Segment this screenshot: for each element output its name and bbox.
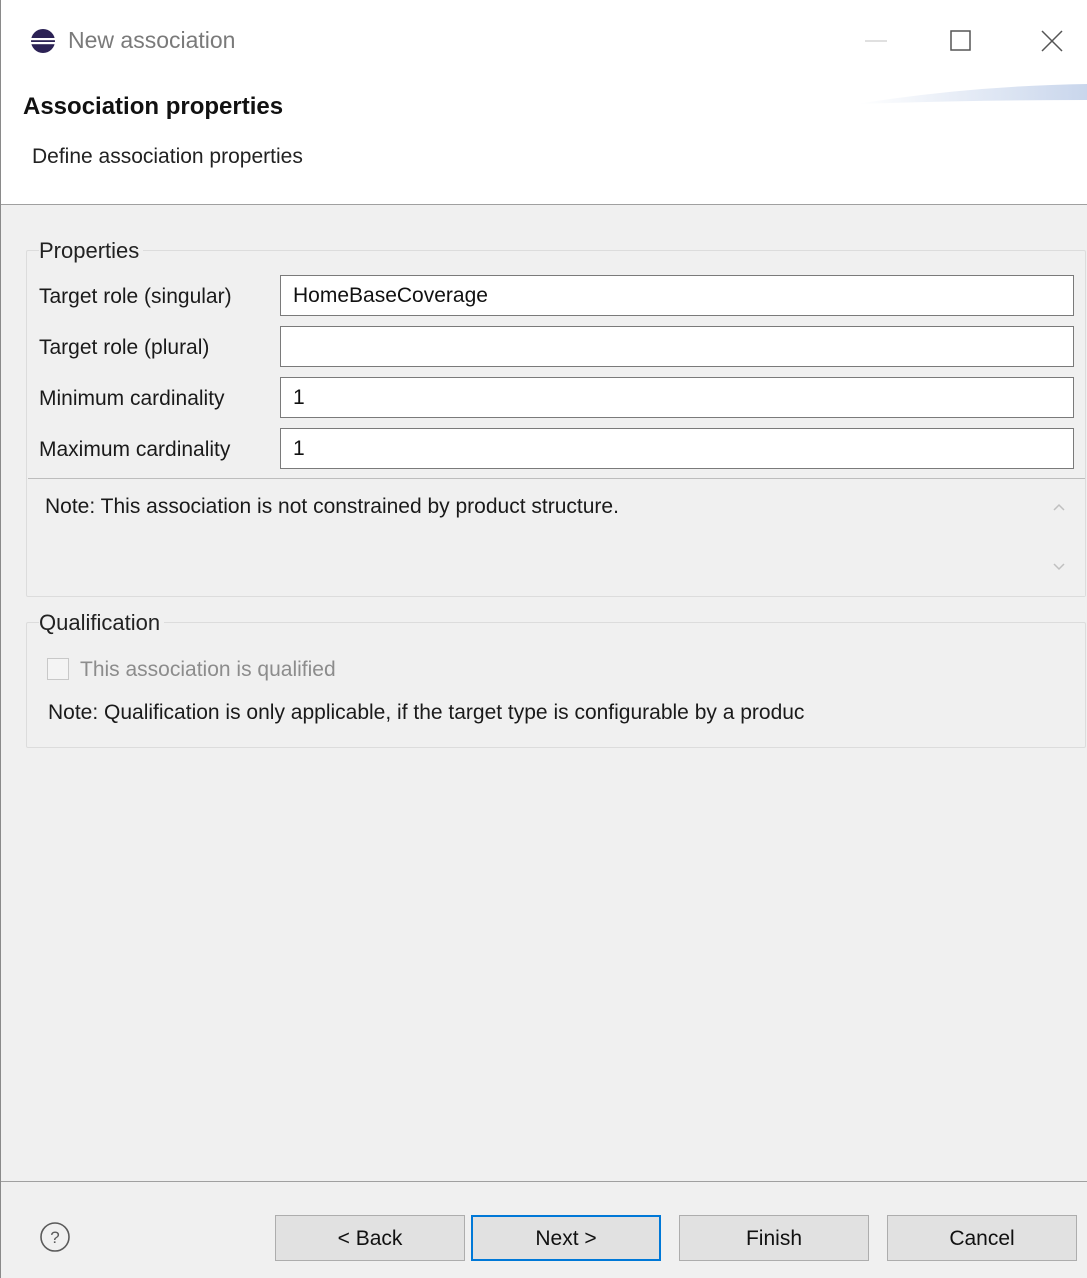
qualification-legend: Qualification [39, 610, 165, 636]
minimum-cardinality-label: Minimum cardinality [39, 387, 225, 410]
next-button[interactable]: Next > [471, 1215, 661, 1261]
target-role-singular-label: Target role (singular) [39, 285, 232, 308]
back-button[interactable]: < Back [275, 1215, 465, 1261]
target-role-plural-label: Target role (plural) [39, 336, 210, 359]
properties-legend: Properties [39, 238, 144, 264]
page-title: Association properties [23, 93, 284, 120]
target-role-singular-input[interactable] [280, 275, 1074, 316]
qualified-checkbox-label: This association is qualified [80, 658, 336, 681]
close-icon[interactable] [1029, 18, 1075, 64]
help-icon[interactable]: ? [39, 1221, 71, 1253]
finish-button[interactable]: Finish [679, 1215, 869, 1261]
minimum-cardinality-input[interactable] [280, 377, 1074, 418]
maximum-cardinality-input[interactable] [280, 428, 1074, 469]
qualification-note: Note: Qualification is only applicable, … [48, 701, 805, 724]
scroll-down-icon[interactable] [1051, 559, 1067, 575]
eclipse-icon [31, 29, 55, 53]
page-description: Define association properties [32, 145, 303, 168]
scroll-up-icon[interactable] [1051, 499, 1067, 515]
window-title: New association [68, 27, 236, 53]
wizard-banner: Association properties Define associatio… [1, 82, 1087, 205]
maximize-icon[interactable] [937, 18, 983, 64]
constraint-note-area[interactable]: Note: This association is not constraine… [28, 478, 1085, 596]
dialog-window: New association Association properties D… [0, 0, 1087, 1278]
svg-text:?: ? [50, 1228, 59, 1247]
title-bar: New association [1, 0, 1087, 82]
maximum-cardinality-label: Maximum cardinality [39, 438, 231, 461]
minimize-icon[interactable] [853, 18, 899, 64]
banner-decoration [857, 84, 1087, 104]
qualified-checkbox[interactable] [47, 658, 69, 680]
footer-separator [1, 1181, 1087, 1182]
qualification-group [26, 622, 1086, 748]
constraint-note: Note: This association is not constraine… [45, 495, 619, 518]
target-role-plural-input[interactable] [280, 326, 1074, 367]
cancel-button[interactable]: Cancel [887, 1215, 1077, 1261]
